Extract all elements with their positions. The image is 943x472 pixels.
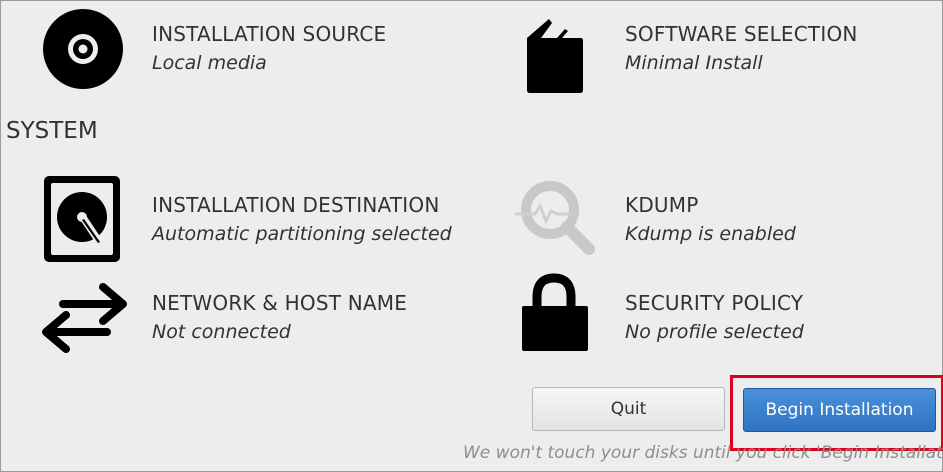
installation-destination-status: Automatic partitioning selected — [152, 223, 452, 245]
software-selection-spoke[interactable]: SOFTWARE SELECTION Minimal Install — [521, 6, 921, 96]
magnifier-icon — [513, 173, 603, 263]
network-host-name-spoke[interactable]: NETWORK & HOST NAME Not connected — [41, 273, 461, 363]
installation-destination-title: INSTALLATION DESTINATION — [152, 193, 440, 217]
kdump-status: Kdump is enabled — [625, 223, 796, 245]
security-policy-status: No profile selected — [625, 321, 804, 343]
network-arrows-icon — [41, 273, 131, 363]
optical-disc-icon — [41, 6, 131, 96]
kdump-spoke[interactable]: KDUMP Kdump is enabled — [513, 173, 913, 265]
disk-warning-note: We won't touch your disks until you clic… — [463, 443, 943, 463]
installation-source-title: INSTALLATION SOURCE — [152, 22, 387, 46]
system-section-heading: SYSTEM — [6, 118, 98, 144]
installation-destination-spoke[interactable]: INSTALLATION DESTINATION Automatic parti… — [41, 173, 471, 265]
installation-summary-window: INSTALLATION SOURCE Local media SOFTWARE… — [0, 0, 943, 472]
software-selection-status: Minimal Install — [625, 52, 763, 74]
security-policy-spoke[interactable]: SECURITY POLICY No profile selected — [519, 273, 919, 363]
padlock-icon — [519, 273, 609, 363]
installation-source-spoke[interactable]: INSTALLATION SOURCE Local media — [41, 6, 461, 96]
installation-source-status: Local media — [152, 52, 267, 74]
software-selection-title: SOFTWARE SELECTION — [625, 22, 858, 46]
hard-disk-icon — [41, 173, 131, 263]
network-host-name-status: Not connected — [152, 321, 291, 343]
begin-installation-button[interactable]: Begin Installation — [743, 388, 936, 432]
package-icon — [521, 6, 611, 96]
security-policy-title: SECURITY POLICY — [625, 291, 804, 315]
network-host-name-title: NETWORK & HOST NAME — [152, 291, 408, 315]
kdump-title: KDUMP — [625, 193, 699, 217]
quit-button[interactable]: Quit — [532, 387, 725, 431]
